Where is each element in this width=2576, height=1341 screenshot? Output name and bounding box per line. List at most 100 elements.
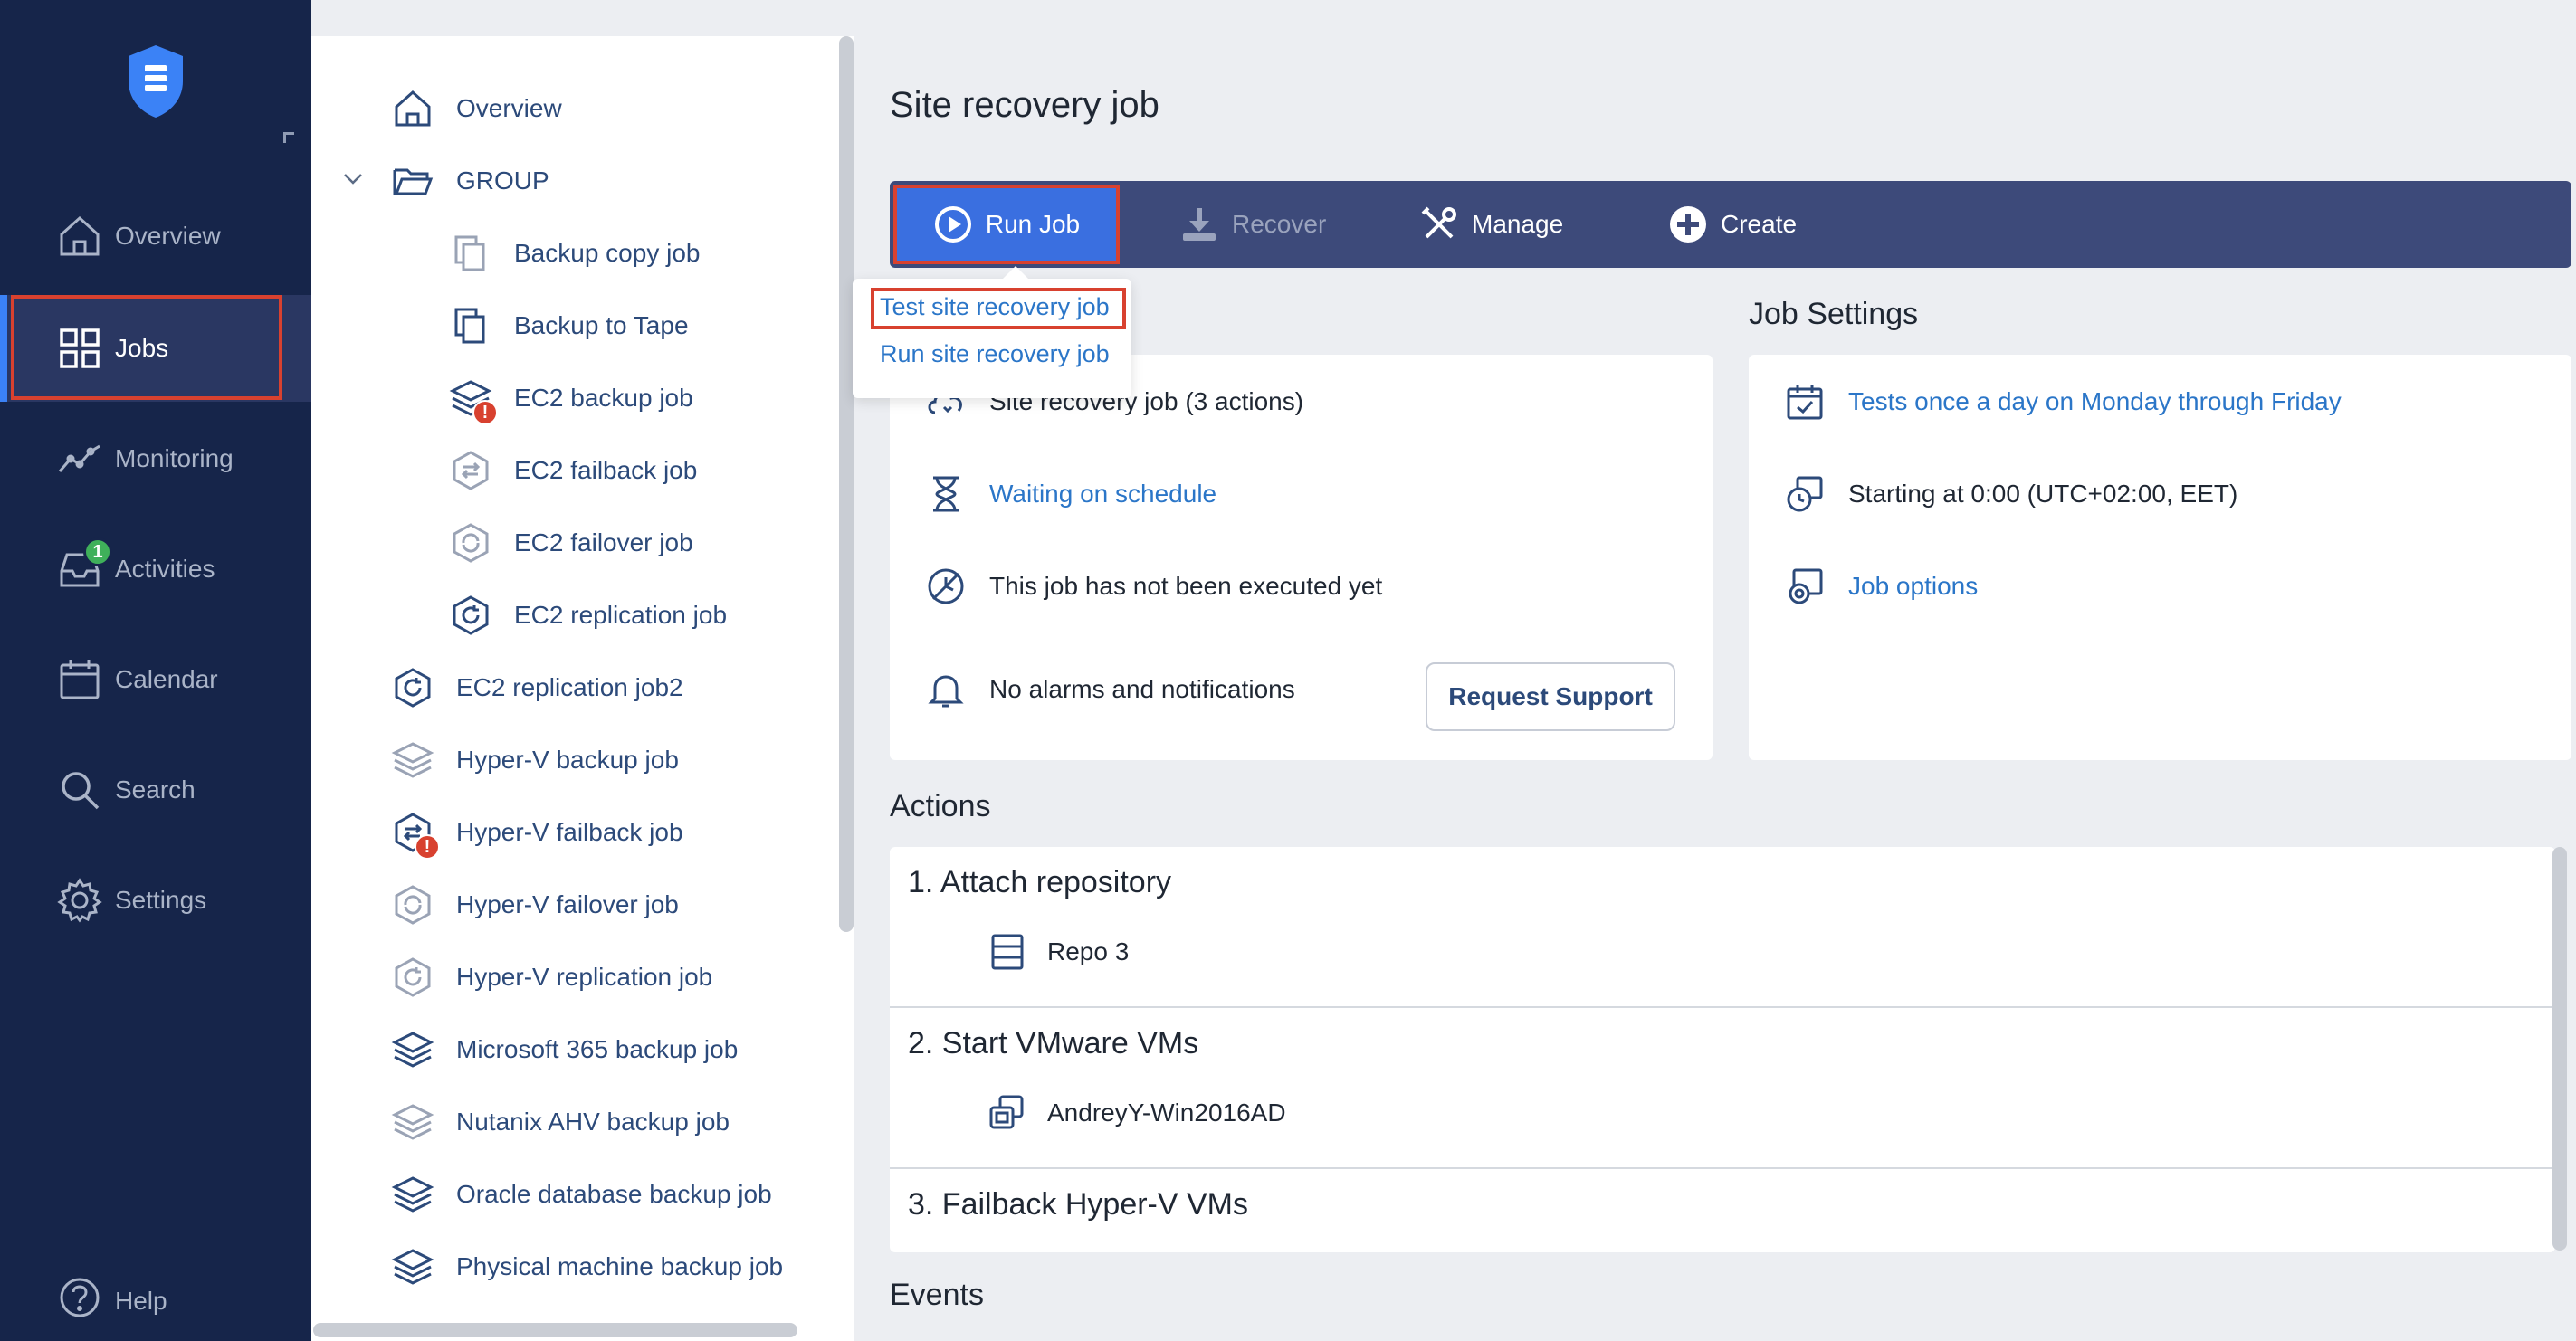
action-item[interactable]: 3. Failback Hyper-V VMs	[890, 1169, 2555, 1252]
hexagon-replication-icon	[453, 595, 489, 635]
schedule-link[interactable]: Tests once a day on Monday through Frida…	[1848, 387, 2342, 416]
actions-list: 1. Attach repository Repo 3 2. Start VMw…	[890, 847, 2555, 1252]
actions-scrollbar[interactable]	[2552, 847, 2567, 1251]
hexagon-replication-icon	[395, 668, 431, 708]
nav-jobs-label: Jobs	[115, 334, 169, 362]
test-site-recovery-job-item[interactable]: Test site recovery job	[880, 293, 1110, 321]
nav-help[interactable]: Help	[0, 1258, 311, 1341]
tree-vertical-scrollbar[interactable]	[839, 36, 854, 932]
tree-item-oracle-database-backup-job[interactable]: Oracle database backup job	[391, 1167, 772, 1222]
job-options-row: Job options	[1785, 566, 1978, 606]
action-target: Repo 3	[987, 932, 1129, 972]
stack-icon	[391, 1176, 434, 1213]
actions-title: Actions	[890, 789, 991, 823]
job-summary-card: Site recovery job (3 actions) Waiting on…	[890, 355, 1713, 760]
request-support-button[interactable]: Request Support	[1426, 662, 1675, 731]
last-run-row: This job has not been executed yet	[926, 566, 1382, 606]
search-icon	[62, 772, 100, 810]
recover-label: Recover	[1232, 210, 1327, 238]
tree-item-physical-machine-backup-job[interactable]: Physical machine backup job	[391, 1240, 783, 1294]
tree-item-group[interactable]: GROUP	[391, 154, 549, 208]
tree-item-hyperv-backup-job[interactable]: Hyper-V backup job	[391, 733, 679, 787]
create-button[interactable]: Create	[1668, 181, 1797, 268]
tree-item-nutanix-ahv-backup-job[interactable]: Nutanix AHV backup job	[391, 1095, 730, 1149]
stack-icon	[391, 1104, 434, 1140]
action-target-label: AndreyY-Win2016AD	[1047, 1098, 1286, 1127]
tree-item-ec2-replication-job[interactable]: EC2 replication job	[449, 588, 727, 642]
tree-item-microsoft-365-backup-job[interactable]: Microsoft 365 backup job	[391, 1022, 738, 1077]
download-icon	[1183, 208, 1216, 241]
nav-calendar[interactable]: Calendar	[0, 626, 311, 733]
hexagon-failover-icon	[395, 885, 431, 925]
run-site-recovery-job-item[interactable]: Run site recovery job	[880, 340, 1110, 368]
nav-settings-label: Settings	[115, 886, 207, 914]
nav-overview[interactable]: Overview	[0, 183, 311, 290]
action-item[interactable]: 2. Start VMware VMs AndreyY-Win2016AD	[890, 1008, 2555, 1169]
action-title: 3. Failback Hyper-V VMs	[908, 1187, 1248, 1222]
manage-label: Manage	[1472, 210, 1564, 238]
tree-item-label: EC2 failback job	[514, 456, 698, 484]
tree-item-label: EC2 failover job	[514, 528, 693, 556]
nav-activities[interactable]: Activities	[0, 516, 311, 623]
home-icon	[395, 90, 431, 127]
tree-item-ec2-replication-job2[interactable]: EC2 replication job2	[391, 661, 683, 715]
nav-search[interactable]: Search	[0, 737, 311, 843]
error-icon: !	[472, 400, 498, 425]
job-settings-title: Job Settings	[1749, 297, 1919, 331]
tree-item-hyperv-replication-job[interactable]: Hyper-V replication job	[391, 950, 712, 1004]
nav-monitoring[interactable]: Monitoring	[0, 405, 311, 512]
tree-item-ec2-failover-job[interactable]: EC2 failover job	[449, 516, 693, 570]
tree-item-label: Microsoft 365 backup job	[456, 1035, 739, 1063]
job-options-link[interactable]: Job options	[1848, 572, 1978, 601]
hexagon-failover-icon	[453, 523, 489, 563]
nav-calendar-label: Calendar	[115, 665, 218, 693]
chevron-down-icon[interactable]	[342, 168, 364, 190]
nav-monitoring-label: Monitoring	[115, 444, 234, 472]
status-row: Waiting on schedule	[926, 474, 1216, 514]
tree-item-label: Nutanix AHV backup job	[456, 1108, 730, 1136]
tree-item-overview[interactable]: Overview	[391, 81, 562, 136]
main-sidebar: Overview Jobs Monitoring Activities 1 Ca…	[0, 0, 311, 1341]
hourglass-icon	[933, 476, 959, 512]
bell-icon	[928, 675, 964, 708]
calendar-check-icon	[1787, 385, 1823, 420]
start-time-row: Starting at 0:00 (UTC+02:00, EET)	[1785, 474, 2237, 514]
copy-icon	[454, 308, 485, 344]
home-icon	[60, 215, 100, 256]
job-settings-card: Tests once a day on Monday through Frida…	[1749, 355, 2571, 760]
error-icon: !	[415, 834, 440, 860]
nav-overview-label: Overview	[115, 222, 221, 250]
manage-button[interactable]: Manage	[1419, 181, 1563, 268]
recover-button[interactable]: Recover	[1179, 181, 1326, 268]
tree-item-label: Hyper-V backup job	[456, 746, 679, 774]
nav-jobs[interactable]: Jobs	[0, 295, 311, 402]
tree-horizontal-scrollbar[interactable]	[313, 1323, 797, 1337]
last-run-text: This job has not been executed yet	[989, 572, 1383, 600]
nav-help-label: Help	[115, 1287, 167, 1315]
job-toolbar: Run Job Recover Manage Create	[890, 181, 2571, 268]
events-title: Events	[890, 1278, 984, 1312]
tree-item-label: Hyper-V failover job	[456, 890, 679, 918]
tree-item-hyperv-failover-job[interactable]: Hyper-V failover job	[391, 878, 679, 932]
action-target-label: Repo 3	[1047, 937, 1130, 965]
create-label: Create	[1721, 210, 1798, 238]
tree-item-label: EC2 replication job	[514, 601, 728, 629]
stack-icon	[391, 1249, 434, 1285]
tree-item-ec2-backup-job[interactable]: ! EC2 backup job	[449, 371, 693, 425]
stack-icon: !	[449, 376, 498, 425]
folder-open-icon	[393, 168, 434, 195]
status-link[interactable]: Waiting on schedule	[989, 480, 1216, 509]
chart-line-icon	[58, 444, 100, 472]
tree-item-backup-to-tape[interactable]: Backup to Tape	[449, 299, 689, 353]
copy-icon	[454, 235, 485, 271]
collapse-sidebar-icon[interactable]	[283, 132, 294, 143]
tools-icon	[1421, 206, 1456, 239]
nav-settings[interactable]: Settings	[0, 847, 311, 954]
tree-item-hyperv-failback-job[interactable]: ! Hyper-V failback job	[391, 805, 683, 860]
tree-item-label: EC2 backup job	[514, 384, 693, 412]
tree-item-ec2-failback-job[interactable]: EC2 failback job	[449, 443, 697, 498]
run-job-button[interactable]: Run Job	[893, 185, 1120, 264]
tree-item-label: Physical machine backup job	[456, 1252, 784, 1280]
tree-item-backup-copy-job[interactable]: Backup copy job	[449, 226, 700, 281]
action-item[interactable]: 1. Attach repository Repo 3	[890, 847, 2555, 1008]
